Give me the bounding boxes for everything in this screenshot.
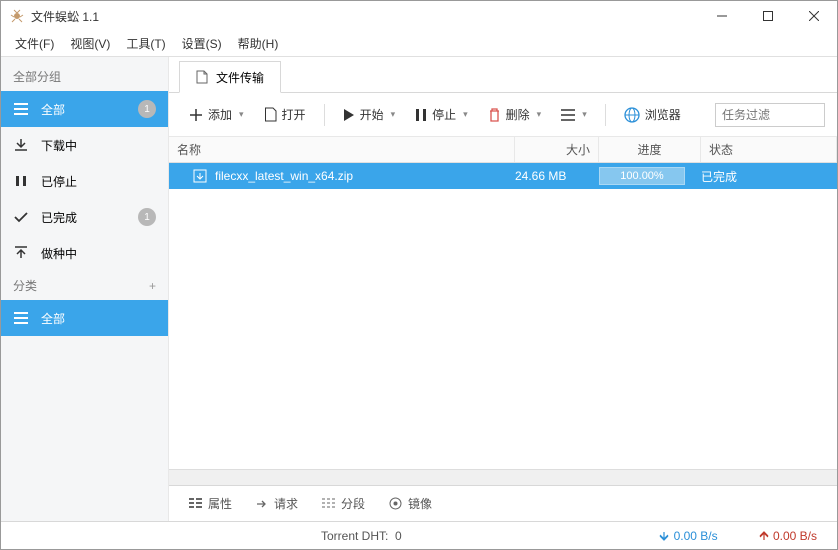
browser-button[interactable]: 浏览器 [616, 101, 689, 129]
file-name: filecxx_latest_win_x64.zip [215, 169, 353, 183]
app-logo-icon [9, 8, 25, 24]
filter-input[interactable] [715, 103, 825, 127]
menu-settings[interactable]: 设置(S) [174, 32, 230, 55]
main-panel: 文件传输 添加▾ 打开 开始▾ 停止▾ 删除▾ ▾ 浏览器 名称 大小 进度 状… [169, 57, 837, 521]
statusbar: Torrent DHT: 0 0.00 B/s 0.00 B/s [1, 521, 837, 549]
sidebar-item-label: 下载中 [41, 137, 77, 154]
sidebar-item-label: 全部 [41, 310, 65, 327]
chevron-down-icon: ▾ [239, 109, 244, 120]
sidebar-item-completed[interactable]: 已完成 1 [1, 199, 168, 235]
col-size[interactable]: 大小 [515, 137, 599, 162]
sidebar-item-seeding[interactable]: 做种中 [1, 235, 168, 271]
file-type-icon [193, 169, 207, 183]
dht-status: Torrent DHT: 0 [321, 529, 402, 543]
tab-request[interactable]: 请求 [246, 489, 308, 518]
sidebar-item-label: 已停止 [41, 173, 77, 190]
menu-view[interactable]: 视图(V) [62, 32, 118, 55]
file-size: 24.66 MB [515, 169, 599, 183]
window-title: 文件蜈蚣 1.1 [31, 8, 699, 25]
titlebar: 文件蜈蚣 1.1 [1, 1, 837, 31]
tabstrip: 文件传输 [169, 57, 837, 93]
chevron-down-icon: ▾ [537, 109, 542, 120]
hamburger-icon [13, 312, 29, 324]
table-row[interactable]: filecxx_latest_win_x64.zip 24.66 MB 100.… [169, 163, 837, 189]
sidebar-item-all[interactable]: 全部 1 [1, 91, 168, 127]
pause-icon [13, 175, 29, 187]
chevron-down-icon: ▾ [391, 109, 396, 120]
chevron-down-icon: ▾ [582, 109, 587, 120]
col-name[interactable]: 名称 [169, 137, 515, 162]
stop-button[interactable]: 停止▾ [407, 101, 476, 129]
sidebar-item-label: 全部 [41, 101, 65, 118]
tab-properties[interactable]: 属性 [179, 489, 242, 518]
upload-icon [13, 246, 29, 260]
add-button[interactable]: 添加▾ [181, 101, 252, 129]
sidebar-item-stopped[interactable]: 已停止 [1, 163, 168, 199]
tab-label: 文件传输 [216, 69, 264, 86]
open-button[interactable]: 打开 [256, 101, 314, 129]
table-body: filecxx_latest_win_x64.zip 24.66 MB 100.… [169, 163, 837, 469]
hamburger-icon [13, 103, 29, 115]
sidebar-item-label: 已完成 [41, 209, 77, 226]
upload-speed: 0.00 B/s [758, 529, 817, 543]
check-icon [13, 211, 29, 223]
sidebar: 全部分组 全部 1 下载中 已停止 已完成 1 做种中 分类 + [1, 57, 169, 521]
file-status: 已完成 [701, 168, 837, 185]
horizontal-scrollbar[interactable] [169, 469, 837, 485]
tab-mirror[interactable]: 镜像 [379, 489, 442, 518]
col-progress[interactable]: 进度 [599, 137, 701, 162]
chevron-down-icon: ▾ [463, 109, 468, 120]
add-category-icon[interactable]: + [149, 279, 156, 293]
more-button[interactable]: ▾ [553, 101, 595, 129]
separator [324, 104, 325, 126]
progress-bar: 100.00% [599, 167, 685, 185]
tab-segments[interactable]: 分段 [312, 489, 375, 518]
count-badge: 1 [138, 208, 156, 226]
sidebar-category-header: 分类 + [1, 271, 168, 300]
table-header: 名称 大小 进度 状态 [169, 137, 837, 163]
menu-help[interactable]: 帮助(H) [230, 32, 287, 55]
download-icon [13, 138, 29, 152]
menu-file[interactable]: 文件(F) [7, 32, 62, 55]
count-badge: 1 [138, 100, 156, 118]
sidebar-category-all[interactable]: 全部 [1, 300, 168, 336]
menubar: 文件(F) 视图(V) 工具(T) 设置(S) 帮助(H) [1, 31, 837, 57]
download-speed: 0.00 B/s [658, 529, 717, 543]
detail-tabs: 属性 请求 分段 镜像 [169, 485, 837, 521]
col-status[interactable]: 状态 [701, 137, 837, 162]
maximize-button[interactable] [745, 1, 791, 31]
minimize-button[interactable] [699, 1, 745, 31]
close-button[interactable] [791, 1, 837, 31]
start-button[interactable]: 开始▾ [335, 101, 404, 129]
tab-transfer[interactable]: 文件传输 [179, 61, 281, 93]
sidebar-item-label: 做种中 [41, 245, 77, 262]
sidebar-group-header: 全部分组 [1, 62, 168, 91]
sidebar-item-downloading[interactable]: 下载中 [1, 127, 168, 163]
toolbar: 添加▾ 打开 开始▾ 停止▾ 删除▾ ▾ 浏览器 [169, 93, 837, 137]
menu-tools[interactable]: 工具(T) [118, 32, 173, 55]
delete-button[interactable]: 删除▾ [480, 101, 550, 129]
file-icon [196, 70, 208, 84]
separator [605, 104, 606, 126]
